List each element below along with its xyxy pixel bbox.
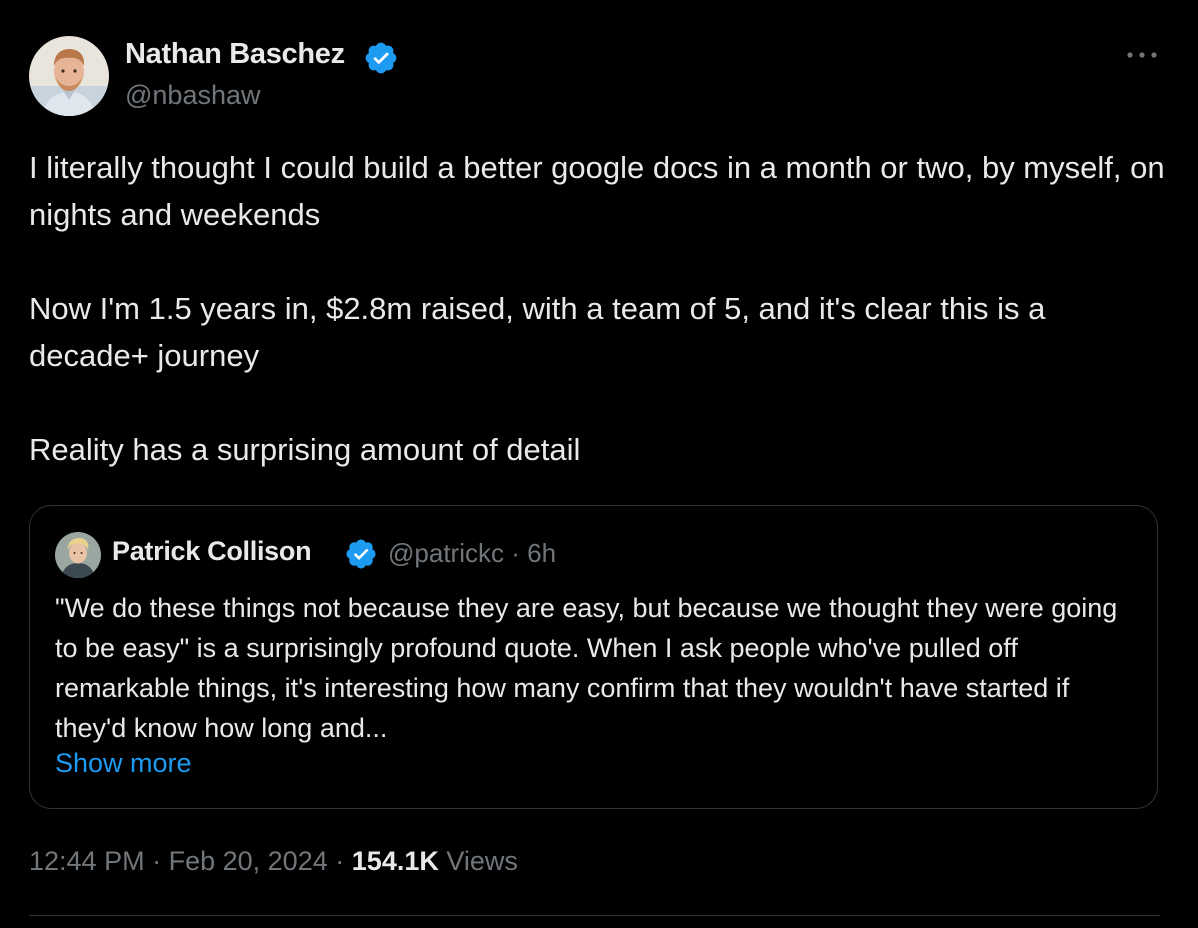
quoted-meta: @patrickc · 6h [388,538,556,569]
show-more-link[interactable]: Show more [55,748,192,779]
tweet-date[interactable]: Feb 20, 2024 [169,846,328,876]
meta-separator: · [335,846,345,876]
author-handle[interactable]: @nbashaw [125,80,261,111]
verified-badge-icon [363,40,399,76]
tweet-time[interactable]: 12:44 PM [29,846,145,876]
quoted-tweet-age[interactable]: 6h [527,538,556,568]
quoted-author-name[interactable]: Patrick Collison [112,536,312,567]
tweet-meta: 12:44 PM · Feb 20, 2024 · 154.1K Views [29,846,518,877]
meta-separator: · [152,846,162,876]
quoted-author-handle[interactable]: @patrickc [388,538,504,568]
quoted-tweet-text: "We do these things not because they are… [55,593,1118,743]
tweet: Nathan Baschez @nbashaw I literally thou… [0,0,1198,928]
tweet-paragraph: I literally thought I could build a bett… [29,150,1165,232]
meta-separator: · [511,538,520,568]
author-avatar[interactable] [29,36,109,116]
quoted-tweet-card[interactable]: Patrick Collison @patrickc · 6h "We do t… [29,505,1158,809]
tweet-paragraph: Now I'm 1.5 years in, $2.8m raised, with… [29,291,1046,373]
tweet-paragraph: Reality has a surprising amount of detai… [29,432,581,467]
views-count: 154.1K [351,846,439,876]
quoted-author-avatar[interactable] [55,532,101,578]
divider [29,915,1160,916]
verified-badge-icon [344,537,378,571]
more-options-icon[interactable] [1122,40,1162,70]
tweet-text: I literally thought I could build a bett… [29,144,1169,473]
views-label: Views [446,846,518,876]
author-name[interactable]: Nathan Baschez [125,38,345,71]
